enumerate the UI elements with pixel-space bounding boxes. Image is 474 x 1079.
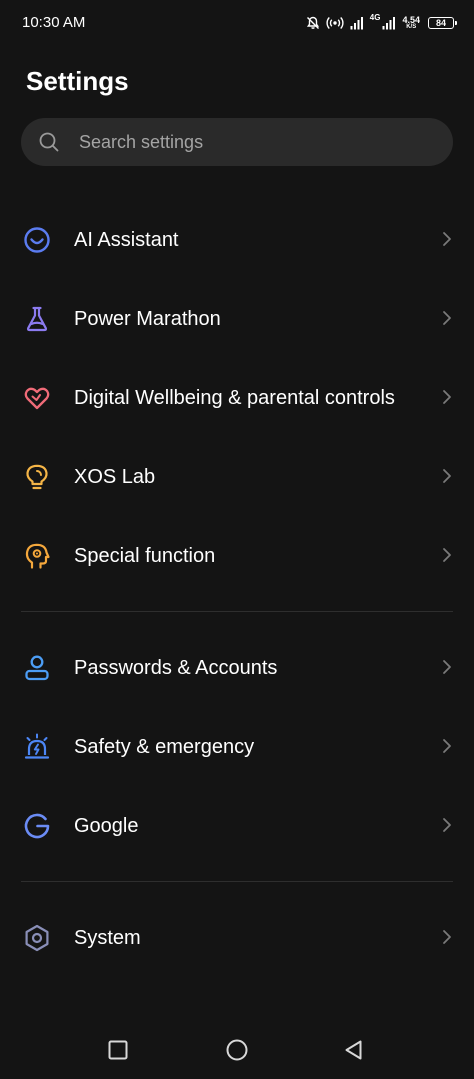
heart-icon — [23, 384, 51, 412]
status-bar: 10:30 AM 4G 4.54 K/S 84 — [0, 0, 474, 46]
triangle-back-icon — [345, 1040, 362, 1060]
chevron-right-icon — [442, 547, 452, 568]
battery-icon: 84 — [428, 17, 457, 29]
flask-icon — [23, 305, 51, 333]
lightbulb-icon — [23, 463, 51, 491]
recents-button[interactable] — [104, 1036, 132, 1064]
head-gear-icon — [23, 542, 51, 570]
network-speed-unit: K/S — [406, 23, 417, 30]
home-button[interactable] — [223, 1036, 251, 1064]
network-type-label: 4G — [369, 13, 381, 22]
siren-icon — [23, 733, 51, 761]
settings-item-label: AI Assistant — [74, 229, 179, 251]
chevron-right-icon — [442, 468, 452, 489]
bell-off-icon — [306, 16, 320, 30]
navigation-bar — [0, 1020, 474, 1076]
settings-item-xos-lab[interactable]: XOS Lab — [0, 445, 474, 509]
search-bar[interactable] — [21, 118, 453, 166]
chevron-right-icon — [442, 659, 452, 680]
back-button[interactable] — [340, 1036, 368, 1064]
signal-icon-2 — [382, 16, 396, 30]
user-icon — [23, 654, 51, 682]
section-divider — [21, 881, 453, 882]
chevron-right-icon — [442, 817, 452, 838]
settings-item-label: XOS Lab — [74, 466, 156, 488]
settings-item-label: Power Marathon — [74, 308, 221, 330]
settings-item-special-function[interactable]: Special function — [0, 524, 474, 588]
settings-item-system[interactable]: System — [0, 906, 474, 970]
settings-item-label: Passwords & Accounts — [74, 657, 278, 679]
settings-item-label: Digital Wellbeing & parental controls — [74, 387, 395, 409]
signal-icon — [350, 16, 364, 30]
settings-item-label: Special function — [74, 545, 216, 567]
square-icon — [108, 1040, 128, 1060]
chevron-right-icon — [442, 310, 452, 331]
status-icons: 4G 4.54 K/S 84 — [306, 12, 457, 34]
network-speed-value: 4.54 — [402, 14, 420, 25]
chevron-right-icon — [442, 929, 452, 950]
search-icon — [38, 131, 60, 158]
hotspot-icon — [326, 16, 344, 30]
settings-item-label: Google — [74, 815, 139, 837]
settings-item-safety-emergency[interactable]: Safety & emergency — [0, 715, 474, 779]
google-icon — [23, 812, 51, 840]
network-speed: 4.54 K/S — [402, 14, 420, 31]
chevron-right-icon — [442, 389, 452, 410]
settings-item-label: Safety & emergency — [74, 736, 255, 758]
search-input[interactable] — [77, 118, 419, 166]
chevron-right-icon — [442, 231, 452, 252]
settings-item-digital-wellbeing[interactable]: Digital Wellbeing & parental controls — [0, 366, 474, 430]
settings-item-label: System — [74, 927, 141, 949]
ai-assistant-icon — [23, 226, 51, 254]
section-divider — [21, 611, 453, 612]
settings-item-google[interactable]: Google — [0, 794, 474, 858]
chevron-right-icon — [442, 738, 452, 759]
settings-item-power-marathon[interactable]: Power Marathon — [0, 287, 474, 351]
circle-icon — [226, 1039, 248, 1061]
settings-item-ai-assistant[interactable]: AI Assistant — [0, 208, 474, 272]
status-time: 10:30 AM — [22, 14, 86, 31]
battery-level: 84 — [435, 17, 446, 28]
settings-item-passwords-accounts[interactable]: Passwords & Accounts — [0, 636, 474, 700]
page-title: Settings — [26, 66, 129, 96]
hexagon-gear-icon — [23, 924, 51, 952]
